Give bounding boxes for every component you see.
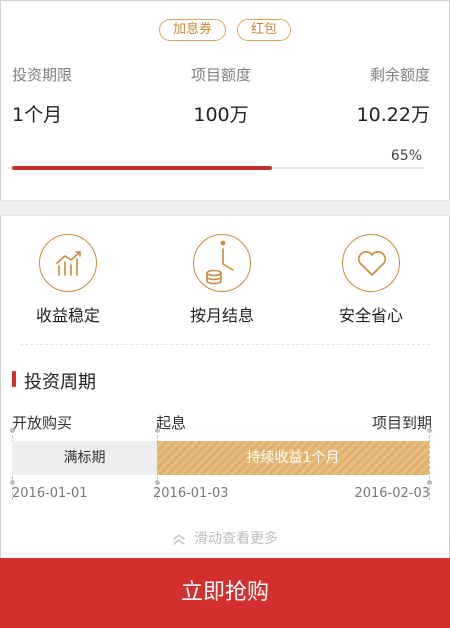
timeline-segment-earning: 持续收益1个月 [157, 441, 429, 475]
stat-remaining-label: 剩余额度 [369, 66, 430, 84]
double-chevron-up-icon [173, 534, 185, 545]
buy-now-button[interactable]: 立即抢购 [0, 558, 450, 628]
tag-interest-coupon[interactable]: 加息券 [158, 19, 226, 41]
stat-term: 投资期限 1个月 [12, 64, 72, 127]
timeline-segment-fundraising: 满标期 [12, 441, 157, 475]
timeline-date-maturity: 2016-02-03 [354, 486, 430, 501]
dashed-divider [20, 344, 430, 345]
stat-term-label: 投资期限 [12, 66, 73, 84]
stat-term-value: 1个月 [12, 104, 63, 126]
feature-label: 收益稳定 [35, 306, 100, 325]
stat-remaining: 剩余额度 10.22万 [357, 64, 430, 127]
scroll-more-text: 滑动查看更多 [194, 531, 278, 547]
timeline-date-start: 2016-01-03 [153, 486, 229, 501]
section-title-text: 投资周期 [24, 372, 96, 393]
clock-coins-icon [193, 234, 251, 292]
stat-amount-value: 100万 [193, 104, 249, 126]
coupon-tags: 加息券 红包 [0, 18, 450, 41]
chart-growth-icon [39, 234, 97, 292]
feature-stable-income: 收益稳定 [8, 234, 128, 326]
section-title-marker [12, 371, 16, 387]
feature-row: 收益稳定 按月结息 安全省心 [0, 234, 450, 329]
section-divider [0, 200, 450, 216]
feature-label: 按月结息 [189, 306, 254, 325]
timeline-label-maturity: 项目到期 [371, 414, 432, 432]
project-stats: 投资期限 1个月 项目额度 100万 剩余额度 10.22万 [12, 64, 430, 134]
feature-safe: 安全省心 [311, 234, 431, 326]
feature-monthly-interest: 按月结息 [162, 234, 282, 326]
progress-fill [12, 166, 272, 170]
timeline-dot [10, 480, 15, 485]
stat-amount: 项目额度 100万 [191, 64, 251, 127]
progress-percent: 65% [390, 148, 422, 164]
scroll-more-hint[interactable]: 滑动查看更多 [0, 528, 450, 548]
timeline-dot [427, 480, 432, 485]
stat-amount-label: 项目额度 [190, 66, 252, 84]
stat-remaining-value: 10.22万 [356, 104, 430, 126]
timeline-dot [155, 428, 160, 433]
timeline-label-open: 开放购买 [12, 414, 73, 432]
heart-icon [342, 234, 400, 292]
timeline-dot [155, 480, 160, 485]
timeline-label-interest-start: 起息 [156, 414, 187, 432]
timeline-date-open: 2016-01-01 [12, 486, 88, 501]
timeline-dot [10, 428, 15, 433]
feature-label: 安全省心 [338, 306, 403, 325]
tag-red-packet[interactable]: 红包 [237, 19, 292, 41]
timeline-dot [427, 428, 432, 433]
